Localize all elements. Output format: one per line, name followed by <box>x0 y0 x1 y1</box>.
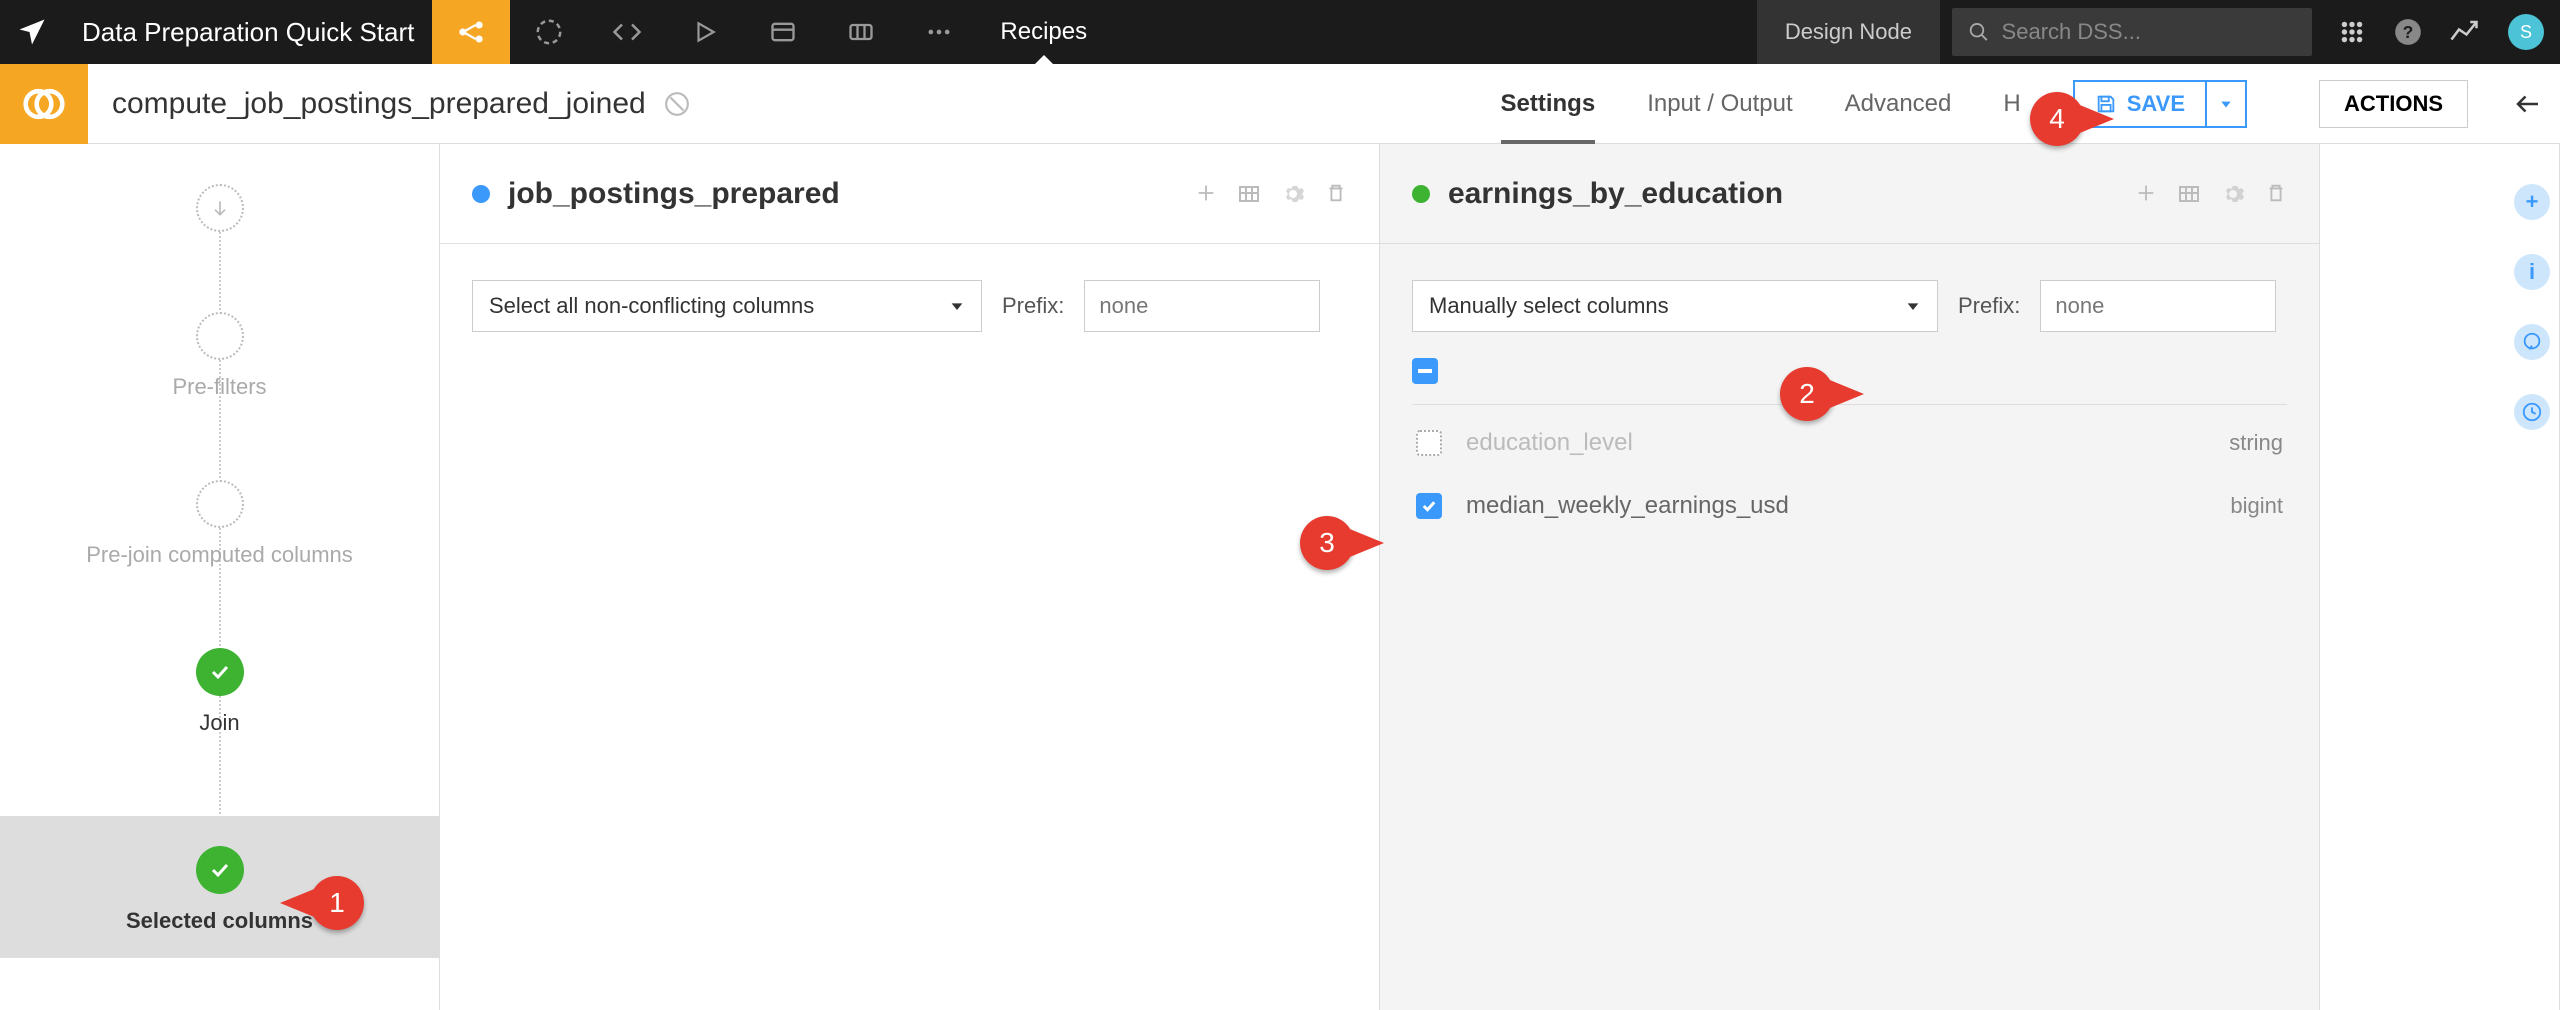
nav-code-icon[interactable] <box>588 0 666 64</box>
step-start[interactable] <box>0 184 439 232</box>
chevron-down-icon <box>1905 298 1921 314</box>
dataset-name-left: job_postings_prepared <box>508 177 1195 211</box>
step-join-label: Join <box>199 710 239 736</box>
select-all-indeterminate[interactable] <box>1412 358 1438 384</box>
flow-button[interactable] <box>432 0 510 64</box>
recipe-status-icon <box>664 91 690 117</box>
prefix-input-left[interactable] <box>1084 280 1320 332</box>
nav-more-icon[interactable] <box>900 0 978 64</box>
top-bar: Data Preparation Quick Start Recipes Des… <box>0 0 2560 64</box>
tab-history[interactable]: H <box>2003 64 2020 144</box>
save-dropdown[interactable] <box>2205 82 2245 126</box>
prefix-label: Prefix: <box>1958 293 2020 319</box>
step-join[interactable]: Join <box>0 648 439 736</box>
search-icon <box>1968 20 1990 44</box>
apps-icon[interactable] <box>2324 0 2380 64</box>
tab-io[interactable]: Input / Output <box>1647 64 1792 144</box>
column-type: string <box>2229 430 2283 456</box>
step-prefilters[interactable]: Pre-filters <box>0 312 439 400</box>
recipe-type-icon <box>0 64 88 144</box>
back-arrow-icon[interactable] <box>2496 89 2560 119</box>
rail-chat-icon[interactable] <box>2514 324 2550 360</box>
callout-3: 3 <box>1300 516 1354 570</box>
column-checkbox[interactable] <box>1416 430 1442 456</box>
recipe-name: compute_job_postings_prepared_joined <box>88 87 646 121</box>
prefix-input-right[interactable] <box>2040 280 2276 332</box>
column-name: median_weekly_earnings_usd <box>1466 492 2230 520</box>
callout-1: 1 <box>310 876 364 930</box>
add-icon[interactable] <box>2135 182 2157 206</box>
dataset-dot-icon <box>472 185 490 203</box>
column-name: education_level <box>1466 429 2229 457</box>
gear-icon[interactable] <box>2221 182 2245 206</box>
help-icon[interactable]: ? <box>2380 0 2436 64</box>
svg-text:?: ? <box>2403 22 2414 42</box>
content-area: job_postings_prepared Select all non-con… <box>440 144 2560 1010</box>
project-title[interactable]: Data Preparation Quick Start <box>64 17 432 48</box>
nav-dashboard-icon[interactable] <box>744 0 822 64</box>
column-checkbox[interactable] <box>1416 493 1442 519</box>
step-prejoin-label: Pre-join computed columns <box>86 542 353 568</box>
rail-history-icon[interactable] <box>2514 394 2550 430</box>
tab-advanced[interactable]: Advanced <box>1845 64 1952 144</box>
search-input[interactable] <box>2002 19 2296 45</box>
step-selected-columns[interactable]: Selected columns <box>0 816 439 958</box>
activity-icon[interactable] <box>2436 0 2492 64</box>
right-rail: + i <box>2504 144 2560 430</box>
dataset-name-right: earnings_by_education <box>1448 177 2135 211</box>
recipe-header: compute_job_postings_prepared_joined Set… <box>0 64 2560 144</box>
callout-2: 2 <box>1780 367 1834 421</box>
rail-info-icon[interactable]: i <box>2514 254 2550 290</box>
column-select-mode-left[interactable]: Select all non-conflicting columns <box>472 280 982 332</box>
nav-circle-icon[interactable] <box>510 0 588 64</box>
step-prefilters-label: Pre-filters <box>172 374 266 400</box>
chevron-down-icon <box>949 298 965 314</box>
steps-sidebar: Pre-filters Pre-join computed columns Jo… <box>0 144 440 1010</box>
select-mode-label: Select all non-conflicting columns <box>489 293 814 319</box>
callout-4: 4 <box>2030 92 2084 146</box>
prefix-label: Prefix: <box>1002 293 1064 319</box>
check-icon <box>1420 497 1438 515</box>
table-icon[interactable] <box>1237 182 1261 206</box>
design-node-label: Design Node <box>1757 0 1940 64</box>
rail-add-icon[interactable]: + <box>2514 184 2550 220</box>
actions-button[interactable]: ACTIONS <box>2319 80 2468 128</box>
column-type: bigint <box>2230 493 2283 519</box>
trash-icon[interactable] <box>2265 182 2287 206</box>
add-icon[interactable] <box>1195 182 1217 206</box>
trash-icon[interactable] <box>1325 182 1347 206</box>
step-prejoin[interactable]: Pre-join computed columns <box>0 480 439 568</box>
dataset-panel-left: job_postings_prepared Select all non-con… <box>440 144 1380 1010</box>
breadcrumb-recipes[interactable]: Recipes <box>978 0 1109 64</box>
user-avatar[interactable]: S <box>2508 14 2544 50</box>
tab-settings[interactable]: Settings <box>1501 64 1596 144</box>
nav-macro-icon[interactable] <box>822 0 900 64</box>
dataset-dot-icon <box>1412 185 1430 203</box>
nav-play-icon[interactable] <box>666 0 744 64</box>
column-select-mode-right[interactable]: Manually select columns <box>1412 280 1938 332</box>
table-icon[interactable] <box>2177 182 2201 206</box>
column-row[interactable]: education_level string <box>1412 404 2287 472</box>
check-icon <box>208 660 232 684</box>
column-row[interactable]: median_weekly_earnings_usd bigint <box>1412 472 2287 540</box>
dataset-panel-right: earnings_by_education Manually select co… <box>1380 144 2320 1010</box>
arrow-down-icon <box>210 198 230 218</box>
save-label: SAVE <box>2127 91 2185 117</box>
global-search[interactable] <box>1952 8 2312 56</box>
select-mode-label: Manually select columns <box>1429 293 1669 319</box>
app-logo[interactable] <box>0 0 64 64</box>
check-icon <box>208 858 232 882</box>
gear-icon[interactable] <box>1281 182 1305 206</box>
